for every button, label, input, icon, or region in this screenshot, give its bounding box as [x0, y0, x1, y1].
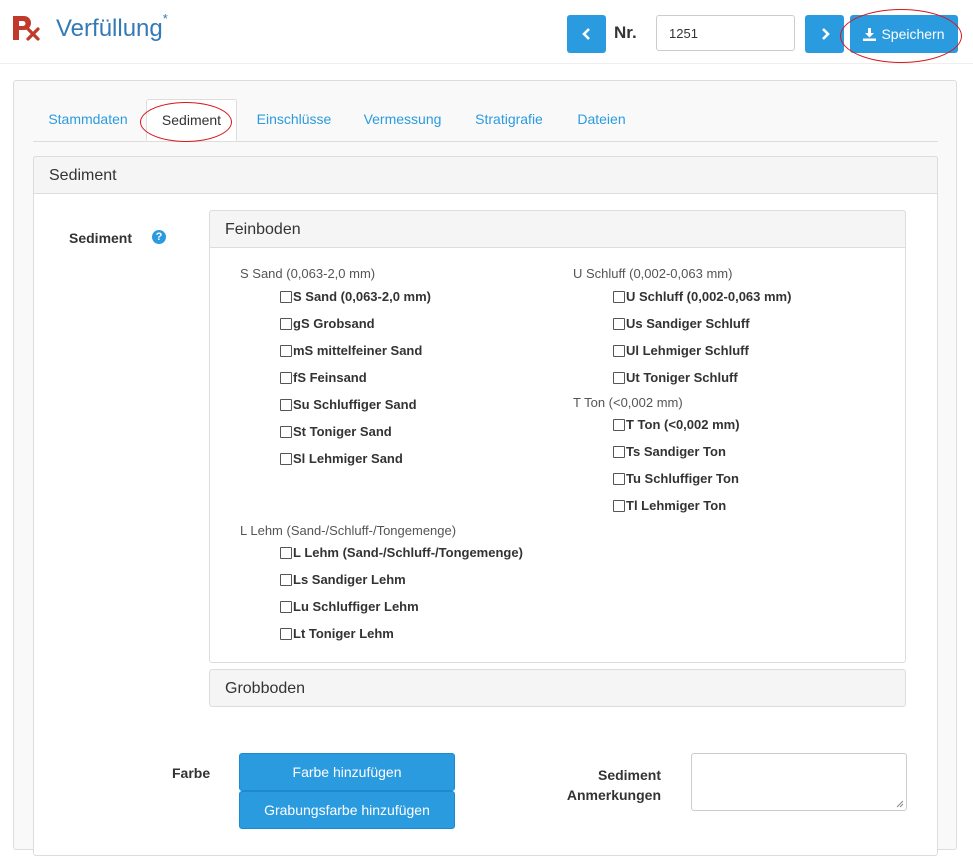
tab-stammdaten[interactable]: Stammdaten	[33, 99, 143, 140]
checkbox-mS[interactable]: mS mittelfeiner Sand	[280, 343, 422, 358]
add-color-button[interactable]: Farbe hinzufügen	[239, 753, 455, 791]
header-bar: Verfüllung* Nr. Speichern	[0, 0, 973, 64]
anmerkungen-label: Sediment Anmerkungen	[566, 765, 661, 805]
sediment-panel-heading: Sediment	[33, 156, 938, 194]
group-label-sand: S Sand (0,063-2,0 mm)	[240, 266, 376, 281]
checkbox-box[interactable]	[280, 452, 292, 465]
resize-grip-icon[interactable]	[896, 800, 904, 808]
checkbox-box[interactable]	[280, 317, 292, 330]
checkbox-box[interactable]	[280, 573, 292, 586]
question-circle-icon[interactable]: ?	[152, 230, 166, 244]
checkbox-box[interactable]	[613, 418, 625, 431]
checkbox-label: Ut Toniger Schluff	[626, 370, 738, 385]
tab-sediment[interactable]: Sediment	[146, 99, 237, 141]
checkbox-label: Us Sandiger Schluff	[626, 316, 750, 331]
checkbox-Su[interactable]: Su Schluffiger Sand	[280, 397, 417, 412]
checkbox-label: U Schluff (0,002-0,063 mm)	[626, 289, 792, 304]
checkbox-gS[interactable]: gS Grobsand	[280, 316, 375, 331]
tab-stratigrafie[interactable]: Stratigrafie	[459, 99, 559, 140]
checkbox-label: Ul Lehmiger Schluff	[626, 343, 749, 358]
checkbox-Us[interactable]: Us Sandiger Schluff	[613, 316, 750, 331]
checkbox-Ls[interactable]: Ls Sandiger Lehm	[280, 572, 406, 587]
checkbox-Sl[interactable]: Sl Lehmiger Sand	[280, 451, 403, 466]
group-label-ton: T Ton (<0,002 mm)	[573, 395, 683, 410]
checkbox-label: mS mittelfeiner Sand	[293, 343, 423, 358]
checkbox-box[interactable]	[613, 371, 625, 384]
checkbox-box[interactable]	[280, 290, 292, 303]
checkbox-fS[interactable]: fS Feinsand	[280, 370, 367, 385]
checkbox-Tl[interactable]: Tl Lehmiger Ton	[613, 498, 726, 513]
checkbox-box[interactable]	[280, 371, 292, 384]
checkbox-box[interactable]	[613, 290, 625, 303]
map-marker-cross-icon	[13, 16, 40, 41]
checkbox-S[interactable]: S Sand (0,063-2,0 mm)	[280, 289, 431, 304]
record-number-input[interactable]	[656, 15, 795, 51]
save-button[interactable]: Speichern	[850, 15, 958, 53]
sediment-notes-textarea[interactable]	[691, 753, 907, 811]
checkbox-box[interactable]	[280, 546, 292, 559]
chevron-left-icon	[581, 28, 590, 40]
page-title: Verfüllung*	[56, 11, 168, 42]
nr-label: Nr.	[614, 23, 637, 42]
checkbox-label: S Sand (0,063-2,0 mm)	[293, 289, 431, 304]
group-label-lehm: L Lehm (Sand-/Schluff-/Tongemenge)	[240, 523, 457, 538]
tab-vermessung[interactable]: Vermessung	[351, 99, 454, 140]
tab-bar: Stammdaten Sediment Einschlüsse Vermessu…	[33, 99, 938, 142]
checkbox-label: L Lehm (Sand-/Schluff-/Tongemenge)	[293, 545, 523, 560]
checkbox-U[interactable]: U Schluff (0,002-0,063 mm)	[613, 289, 791, 304]
anmerkungen-label-line2: Anmerkungen	[566, 787, 661, 803]
checkbox-label: Lt Toniger Lehm	[293, 626, 394, 641]
checkbox-label: Sl Lehmiger Sand	[293, 451, 403, 466]
tab-einschluesse[interactable]: Einschlüsse	[239, 99, 349, 140]
checkbox-T[interactable]: T Ton (<0,002 mm)	[613, 417, 740, 432]
checkbox-label: Lu Schluffiger Lehm	[293, 599, 419, 614]
checkbox-L[interactable]: L Lehm (Sand-/Schluff-/Tongemenge)	[280, 545, 523, 560]
checkbox-box[interactable]	[280, 344, 292, 357]
checkbox-label: Ts Sandiger Ton	[626, 444, 726, 459]
checkbox-box[interactable]	[613, 317, 625, 330]
checkbox-Lu[interactable]: Lu Schluffiger Lehm	[280, 599, 419, 614]
checkbox-Ts[interactable]: Ts Sandiger Ton	[613, 444, 726, 459]
checkbox-Tu[interactable]: Tu Schluffiger Ton	[613, 471, 739, 486]
sediment-field-label: Sediment	[69, 230, 133, 246]
checkbox-label: Tu Schluffiger Ton	[626, 471, 739, 486]
checkbox-box[interactable]	[613, 445, 625, 458]
checkbox-St[interactable]: St Toniger Sand	[280, 424, 392, 439]
add-excavation-color-button[interactable]: Grabungsfarbe hinzufügen	[239, 791, 455, 829]
checkbox-box[interactable]	[280, 600, 292, 613]
chevron-right-icon	[821, 28, 830, 40]
checkbox-label: St Toniger Sand	[293, 424, 392, 439]
checkbox-box[interactable]	[280, 425, 292, 438]
checkbox-label: Ls Sandiger Lehm	[293, 572, 406, 587]
previous-record-button[interactable]	[567, 15, 606, 53]
tab-dateien[interactable]: Dateien	[564, 99, 639, 140]
checkbox-label: Su Schluffiger Sand	[293, 397, 417, 412]
checkbox-box[interactable]	[280, 627, 292, 640]
checkbox-box[interactable]	[613, 344, 625, 357]
feinboden-heading[interactable]: Feinboden	[209, 210, 906, 248]
checkbox-label: T Ton (<0,002 mm)	[626, 417, 740, 432]
group-label-schluff: U Schluff (0,002-0,063 mm)	[573, 266, 733, 281]
unsaved-marker: *	[162, 11, 168, 26]
checkbox-box[interactable]	[613, 499, 625, 512]
checkbox-Ut[interactable]: Ut Toniger Schluff	[613, 370, 738, 385]
checkbox-box[interactable]	[280, 398, 292, 411]
download-icon	[863, 27, 877, 41]
anmerkungen-label-line1: Sediment	[597, 767, 661, 783]
next-record-button[interactable]	[805, 15, 844, 53]
checkbox-box[interactable]	[613, 472, 625, 485]
checkbox-label: fS Feinsand	[293, 370, 367, 385]
farbe-label: Farbe	[172, 765, 211, 781]
checkbox-label: gS Grobsand	[293, 316, 375, 331]
checkbox-Lt[interactable]: Lt Toniger Lehm	[280, 626, 394, 641]
grobboden-heading[interactable]: Grobboden	[209, 669, 906, 707]
checkbox-Ul[interactable]: Ul Lehmiger Schluff	[613, 343, 749, 358]
save-button-label: Speichern	[881, 26, 945, 42]
checkbox-label: Tl Lehmiger Ton	[626, 498, 727, 513]
